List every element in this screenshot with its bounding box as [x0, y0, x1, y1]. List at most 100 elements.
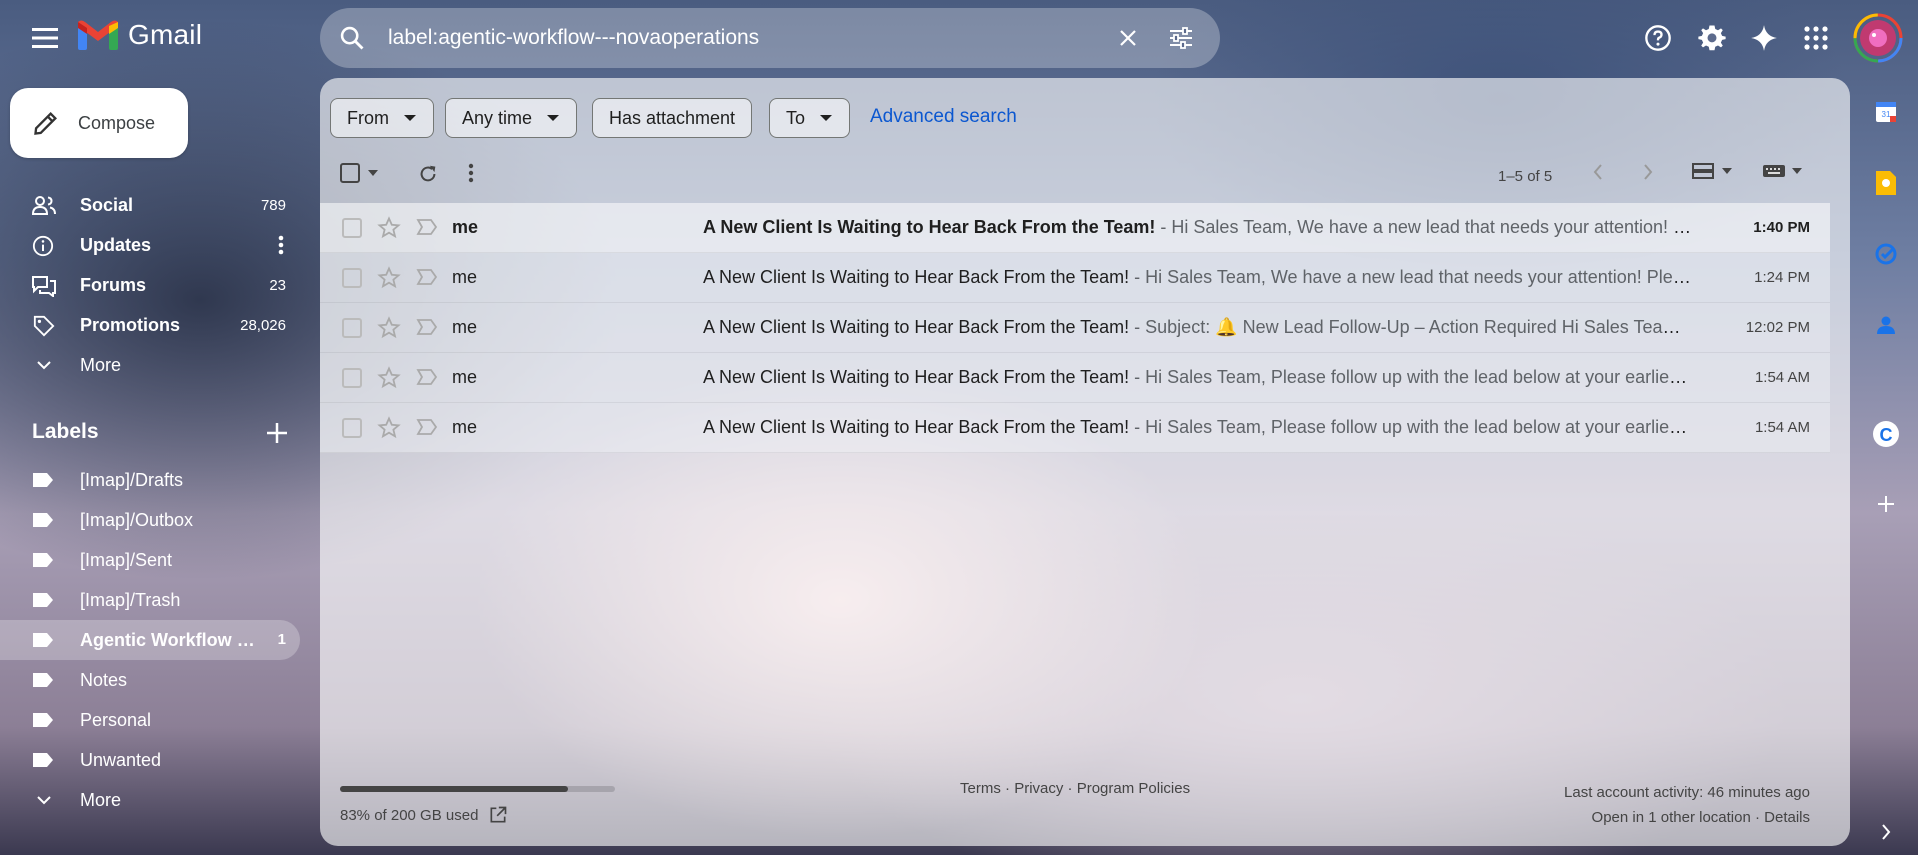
label-name: [Imap]/Outbox: [80, 510, 194, 530]
select-all-checkbox[interactable]: [340, 163, 378, 183]
account-activity: Last account activity: 46 minutes ago Op…: [1564, 780, 1810, 830]
gmail-logo[interactable]: Gmail: [78, 19, 202, 51]
nav-more[interactable]: More: [0, 345, 300, 385]
email-row[interactable]: me A New Client Is Waiting to Hear Back …: [320, 403, 1830, 453]
label-name: [Imap]/Drafts: [80, 470, 184, 490]
apps-button[interactable]: [1794, 16, 1838, 60]
nav-item-forums[interactable]: Forums 23: [0, 265, 300, 305]
more-actions-button[interactable]: [468, 163, 474, 183]
email-subject-line: A New Client Is Waiting to Hear Back Fro…: [703, 417, 1693, 438]
row-checkbox[interactable]: [342, 268, 362, 288]
app-name: Gmail: [128, 19, 203, 50]
row-checkbox[interactable]: [342, 218, 362, 238]
support-button[interactable]: [1636, 16, 1680, 60]
activity-details-link[interactable]: Open in 1 other location · Details: [1564, 805, 1810, 830]
hide-side-panel-button[interactable]: [1866, 812, 1906, 852]
label-item-imap-outbox[interactable]: [Imap]/Outbox: [0, 500, 300, 540]
important-marker-icon[interactable]: [416, 368, 438, 386]
star-icon[interactable]: [377, 216, 401, 240]
email-snippet: - Hi Sales Team, Please follow up with t…: [1134, 367, 1693, 387]
important-marker-icon[interactable]: [416, 268, 438, 286]
terms-link[interactable]: Terms: [960, 780, 1001, 797]
star-icon[interactable]: [377, 316, 401, 340]
star-icon[interactable]: [377, 416, 401, 440]
label-icon: [33, 593, 53, 607]
star-icon[interactable]: [377, 266, 401, 290]
label-item-notes[interactable]: Notes: [0, 660, 300, 700]
contacts-icon: [1877, 316, 1895, 334]
more-vert-icon[interactable]: [278, 235, 284, 255]
nav-item-promotions[interactable]: Promotions 28,026: [0, 305, 300, 345]
email-row[interactable]: me A New Client Is Waiting to Hear Back …: [320, 253, 1830, 303]
search-input[interactable]: [388, 22, 1088, 54]
settings-button[interactable]: [1690, 16, 1734, 60]
filter-from-chip[interactable]: From: [330, 98, 434, 138]
tasks-app-button[interactable]: [1866, 234, 1906, 274]
row-checkbox[interactable]: [342, 418, 362, 438]
label-item-imap-sent[interactable]: [Imap]/Sent: [0, 540, 300, 580]
email-sender: me: [452, 217, 479, 237]
add-label-icon[interactable]: [262, 418, 292, 448]
apps-grid-icon: [1804, 26, 1828, 50]
previous-page-button[interactable]: [1592, 163, 1604, 181]
account-avatar[interactable]: [1852, 12, 1904, 64]
calendar-icon: 31: [1876, 102, 1896, 122]
search-options-icon[interactable]: [1168, 26, 1194, 50]
label-item-imap-trash[interactable]: [Imap]/Trash: [0, 580, 300, 620]
calendar-app-button[interactable]: 31: [1866, 92, 1906, 132]
keep-app-button[interactable]: [1866, 163, 1906, 203]
next-page-button[interactable]: [1642, 163, 1654, 181]
get-addons-button[interactable]: [1866, 484, 1906, 524]
program-policies-link[interactable]: Program Policies: [1077, 780, 1190, 797]
email-time: 1:54 AM: [1754, 369, 1810, 386]
refresh-button[interactable]: [417, 163, 439, 185]
split-pane-toggle[interactable]: [1692, 163, 1732, 179]
top-bar: Gmail: [0, 0, 1918, 76]
keep-icon: [1876, 171, 1896, 195]
email-time: 12:02 PM: [1745, 319, 1810, 336]
nav-count: 28,026: [240, 316, 286, 334]
email-row[interactable]: me A New Client Is Waiting to Hear Back …: [320, 203, 1830, 253]
clear-search-icon[interactable]: [1116, 26, 1140, 50]
row-checkbox[interactable]: [342, 318, 362, 338]
important-marker-icon[interactable]: [416, 418, 438, 436]
email-subject: A New Client Is Waiting to Hear Back Fro…: [703, 317, 1130, 337]
label-item-personal[interactable]: Personal: [0, 700, 300, 740]
open-external-icon[interactable]: [488, 805, 508, 825]
advanced-search-link[interactable]: Advanced search: [870, 106, 1017, 128]
chevron-down-icon: [37, 796, 51, 805]
gemini-button[interactable]: [1742, 16, 1786, 60]
row-checkbox[interactable]: [342, 368, 362, 388]
privacy-link[interactable]: Privacy: [1014, 780, 1063, 797]
label-item-unwanted[interactable]: Unwanted: [0, 740, 300, 780]
storage-info: 83% of 200 GB used: [340, 805, 508, 825]
filter-has-attachment-chip[interactable]: Has attachment: [592, 98, 753, 138]
caret-down-icon: [547, 115, 560, 121]
search-icon[interactable]: [338, 24, 366, 52]
nav-item-updates[interactable]: Updates: [0, 225, 300, 265]
contacts-app-button[interactable]: [1866, 305, 1906, 345]
filter-any-time-chip[interactable]: Any time: [445, 98, 578, 138]
chatbot-app-button[interactable]: C: [1866, 414, 1906, 454]
star-icon[interactable]: [377, 366, 401, 390]
email-subject-line: A New Client Is Waiting to Hear Back Fro…: [703, 217, 1693, 238]
checkbox-icon: [340, 163, 360, 183]
email-row[interactable]: me A New Client Is Waiting to Hear Back …: [320, 353, 1830, 403]
important-marker-icon[interactable]: [416, 318, 438, 336]
label-item-imap-drafts[interactable]: [Imap]/Drafts: [0, 460, 300, 500]
filter-to-chip[interactable]: To: [769, 98, 851, 138]
nav-item-social[interactable]: Social 789: [0, 185, 300, 225]
email-row[interactable]: me A New Client Is Waiting to Hear Back …: [320, 303, 1830, 353]
compose-button[interactable]: Compose: [10, 88, 188, 158]
label-icon: [33, 513, 53, 527]
label-item-agentic-workflow[interactable]: Agentic Workflow - NovaOperations 1: [0, 620, 300, 660]
main-menu-button[interactable]: [22, 20, 68, 56]
forum-icon: [32, 276, 56, 297]
mail-list-panel: From Any time Has attachment To Advanced…: [320, 78, 1850, 846]
input-tools-toggle[interactable]: [1762, 163, 1802, 179]
storage-text: 83% of 200 GB used: [340, 806, 479, 824]
gmail-m-icon: [78, 20, 118, 50]
important-marker-icon[interactable]: [416, 218, 438, 236]
labels-more[interactable]: More: [0, 780, 300, 820]
email-sender: me: [452, 317, 478, 337]
